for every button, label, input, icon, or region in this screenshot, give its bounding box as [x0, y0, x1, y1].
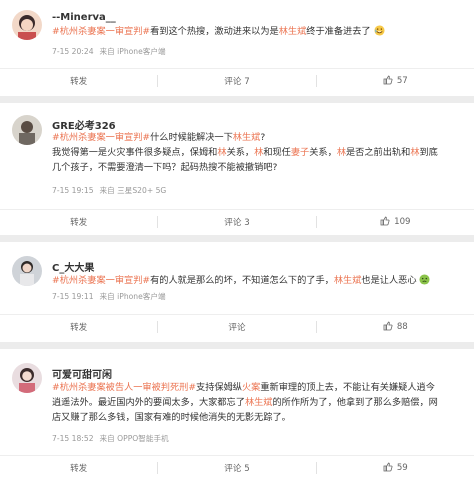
post-text: #杭州杀妻案被告人一审被判死刑#支持保姆纵火案重新审理的顶上去，不能让有关嫌疑人…	[52, 380, 464, 425]
text-segment: 也是让人恶心	[361, 275, 417, 286]
keyword-highlight[interactable]: 火案	[242, 382, 260, 393]
thumbs-up-icon	[380, 216, 390, 229]
action-bar: 转发 评论 7 57	[0, 68, 474, 93]
repost-label: 转发	[70, 77, 88, 87]
post-source: 来自 iPhone客户端	[99, 292, 166, 301]
post-meta: 7-15 18:52 来自 OPPO智能手机	[52, 433, 175, 444]
avatar[interactable]	[12, 256, 42, 286]
repost-label: 转发	[70, 218, 88, 228]
post-source: 来自 三星S20+ 5G	[99, 186, 167, 195]
post-time: 7-15 20:24	[52, 47, 94, 56]
post-text: #杭州杀妻案一审宣判#什么时候能解决一下林生斌? 我觉得第一是火灾事件很多疑点，…	[52, 130, 464, 175]
comment-label: 评论 5	[224, 464, 250, 474]
topic-hashtag[interactable]: #杭州杀妻案被告人一审被判死刑#	[52, 382, 196, 393]
avatar[interactable]	[12, 115, 42, 145]
text-line: #杭州杀妻案一审宣判#什么时候能解决一下林生斌?	[52, 130, 464, 145]
text-segment: ?	[260, 132, 266, 143]
topic-hashtag[interactable]: #杭州杀妻案一审宣判#	[52, 132, 150, 143]
text-segment: 关系，	[226, 147, 255, 158]
like-button[interactable]: 109	[317, 216, 474, 229]
text-line: 几个孩子，不需要澄清一下吗？起码热搜不能被撤销吧?	[52, 162, 278, 173]
text-segment: 到底	[419, 147, 438, 158]
thumbs-up-icon	[383, 75, 393, 88]
keyword-highlight[interactable]: 林生斌	[233, 132, 261, 143]
post-card: --Minerva__ #杭州杀妻案一审宣判#看到这个热搜，激动进来以为是林生斌…	[0, 0, 474, 96]
text-segment: 和现任	[263, 147, 291, 158]
keyword-highlight[interactable]: 林	[410, 147, 419, 158]
comment-button[interactable]: 评论 5	[158, 462, 315, 474]
post-card: GRE必考326 #杭州杀妻案一审宣判#什么时候能解决一下林生斌? 我觉得第一是…	[0, 103, 474, 235]
text-line: 店又赚了那么多钱，国家有难的时候他消失的无影无踪了。	[52, 412, 291, 423]
repost-button[interactable]: 转发	[0, 75, 157, 87]
post-text: #杭州杀妻案一审宣判#有的人就是那么的坏，不知道怎么下的了手，林生斌也是让人恶心	[52, 273, 464, 290]
text-segment: 看到这个热搜，激动进来以为是	[150, 26, 279, 37]
post-card: 可爱可甜可闲 #杭州杀妻案被告人一审被判死刑#支持保姆纵火案重新审理的顶上去，不…	[0, 349, 474, 491]
text-segment: 关系，	[309, 147, 337, 158]
keyword-highlight[interactable]: 林	[254, 147, 263, 158]
keyword-highlight[interactable]: 林	[217, 147, 226, 158]
laugh-cry-emoji	[373, 25, 385, 41]
keyword-highlight[interactable]: 妻子	[291, 147, 309, 158]
like-count: 57	[396, 76, 408, 86]
post-meta: 7-15 19:11 来自 iPhone客户端	[52, 291, 172, 302]
post-source: 来自 OPPO智能手机	[99, 434, 169, 443]
text-segment: 终于准备进去了	[306, 26, 371, 37]
username[interactable]: C_大大果	[52, 259, 94, 274]
weibo-feed: --Minerva__ #杭州杀妻案一审宣判#看到这个热搜，激动进来以为是林生斌…	[0, 0, 474, 491]
like-button[interactable]: 59	[317, 462, 474, 475]
comment-label: 评论 7	[224, 77, 250, 87]
post-meta: 7-15 19:15 来自 三星S20+ 5G	[52, 185, 172, 196]
text-segment: 我觉得第一是火灾事件很多疑点，保姆和	[52, 147, 218, 158]
text-segment: 的所作所为了，他拿到了那么多赔偿，网	[272, 397, 438, 408]
repost-button[interactable]: 转发	[0, 216, 157, 228]
avatar[interactable]	[12, 10, 42, 40]
repost-button[interactable]: 转发	[0, 321, 157, 333]
post-time: 7-15 19:15	[52, 186, 94, 195]
thumbs-up-icon	[383, 462, 393, 475]
comment-button[interactable]: 评论 3	[158, 216, 315, 228]
post-text: #杭州杀妻案一审宣判#看到这个热搜，激动进来以为是林生斌终于准备进去了	[52, 24, 464, 41]
post-card: C_大大果 #杭州杀妻案一审宣判#有的人就是那么的坏，不知道怎么下的了手，林生斌…	[0, 242, 474, 342]
avatar[interactable]	[12, 363, 42, 393]
like-count: 88	[396, 322, 408, 332]
topic-hashtag[interactable]: #杭州杀妻案一审宣判#	[52, 26, 150, 37]
repost-label: 转发	[70, 323, 88, 333]
topic-hashtag[interactable]: #杭州杀妻案一审宣判#	[52, 275, 150, 286]
username[interactable]: 可爱可甜可闲	[52, 366, 112, 381]
username[interactable]: --Minerva__	[52, 12, 116, 23]
keyword-highlight[interactable]: 林生斌	[245, 397, 273, 408]
text-segment: 什么时候能解决一下	[150, 132, 233, 143]
post-meta: 7-15 20:24 来自 iPhone客户端	[52, 46, 172, 57]
action-bar: 转发 评论 3 109	[0, 209, 474, 234]
like-count: 59	[396, 463, 408, 473]
text-line: 逍遥法外。最近国内外的要闻太多，大家都忘了林生斌的所作所为了，他拿到了那么多赔偿…	[52, 395, 464, 410]
like-count: 109	[394, 217, 411, 227]
repost-label: 转发	[70, 464, 88, 474]
keyword-highlight[interactable]: 林生斌	[279, 26, 307, 37]
comment-button[interactable]: 评论 7	[158, 75, 315, 87]
text-segment: 是否之前出轨和	[346, 147, 411, 158]
keyword-highlight[interactable]: 林	[337, 147, 346, 158]
repost-button[interactable]: 转发	[0, 462, 157, 474]
text-segment: 重新审理的顶上去，不能让有关嫌疑人逍今	[260, 382, 435, 393]
text-segment: 逍遥法外。最近国内外的要闻太多，大家都忘了	[52, 397, 245, 408]
like-button[interactable]: 57	[317, 75, 474, 88]
like-button[interactable]: 88	[317, 321, 474, 334]
text-line: #杭州杀妻案被告人一审被判死刑#支持保姆纵火案重新审理的顶上去，不能让有关嫌疑人…	[52, 380, 464, 395]
keyword-highlight[interactable]: 林生斌	[334, 275, 362, 286]
thumbs-up-icon	[383, 321, 393, 334]
comment-label: 评论 3	[224, 218, 250, 228]
comment-label: 评论	[228, 323, 246, 333]
comment-button[interactable]: 评论	[158, 321, 315, 333]
text-line: 我觉得第一是火灾事件很多疑点，保姆和林关系，林和现任妻子关系，林是否之前出轨和林…	[52, 145, 464, 160]
sick-face-emoji	[419, 274, 430, 290]
text-segment: 有的人就是那么的坏，不知道怎么下的了手，	[150, 275, 334, 286]
text-segment: 支持保姆纵	[196, 382, 242, 393]
post-time: 7-15 19:11	[52, 292, 94, 301]
action-bar: 转发 评论 88	[0, 314, 474, 339]
action-bar: 转发 评论 5 59	[0, 455, 474, 480]
post-source: 来自 iPhone客户端	[99, 47, 166, 56]
post-time: 7-15 18:52	[52, 434, 94, 443]
